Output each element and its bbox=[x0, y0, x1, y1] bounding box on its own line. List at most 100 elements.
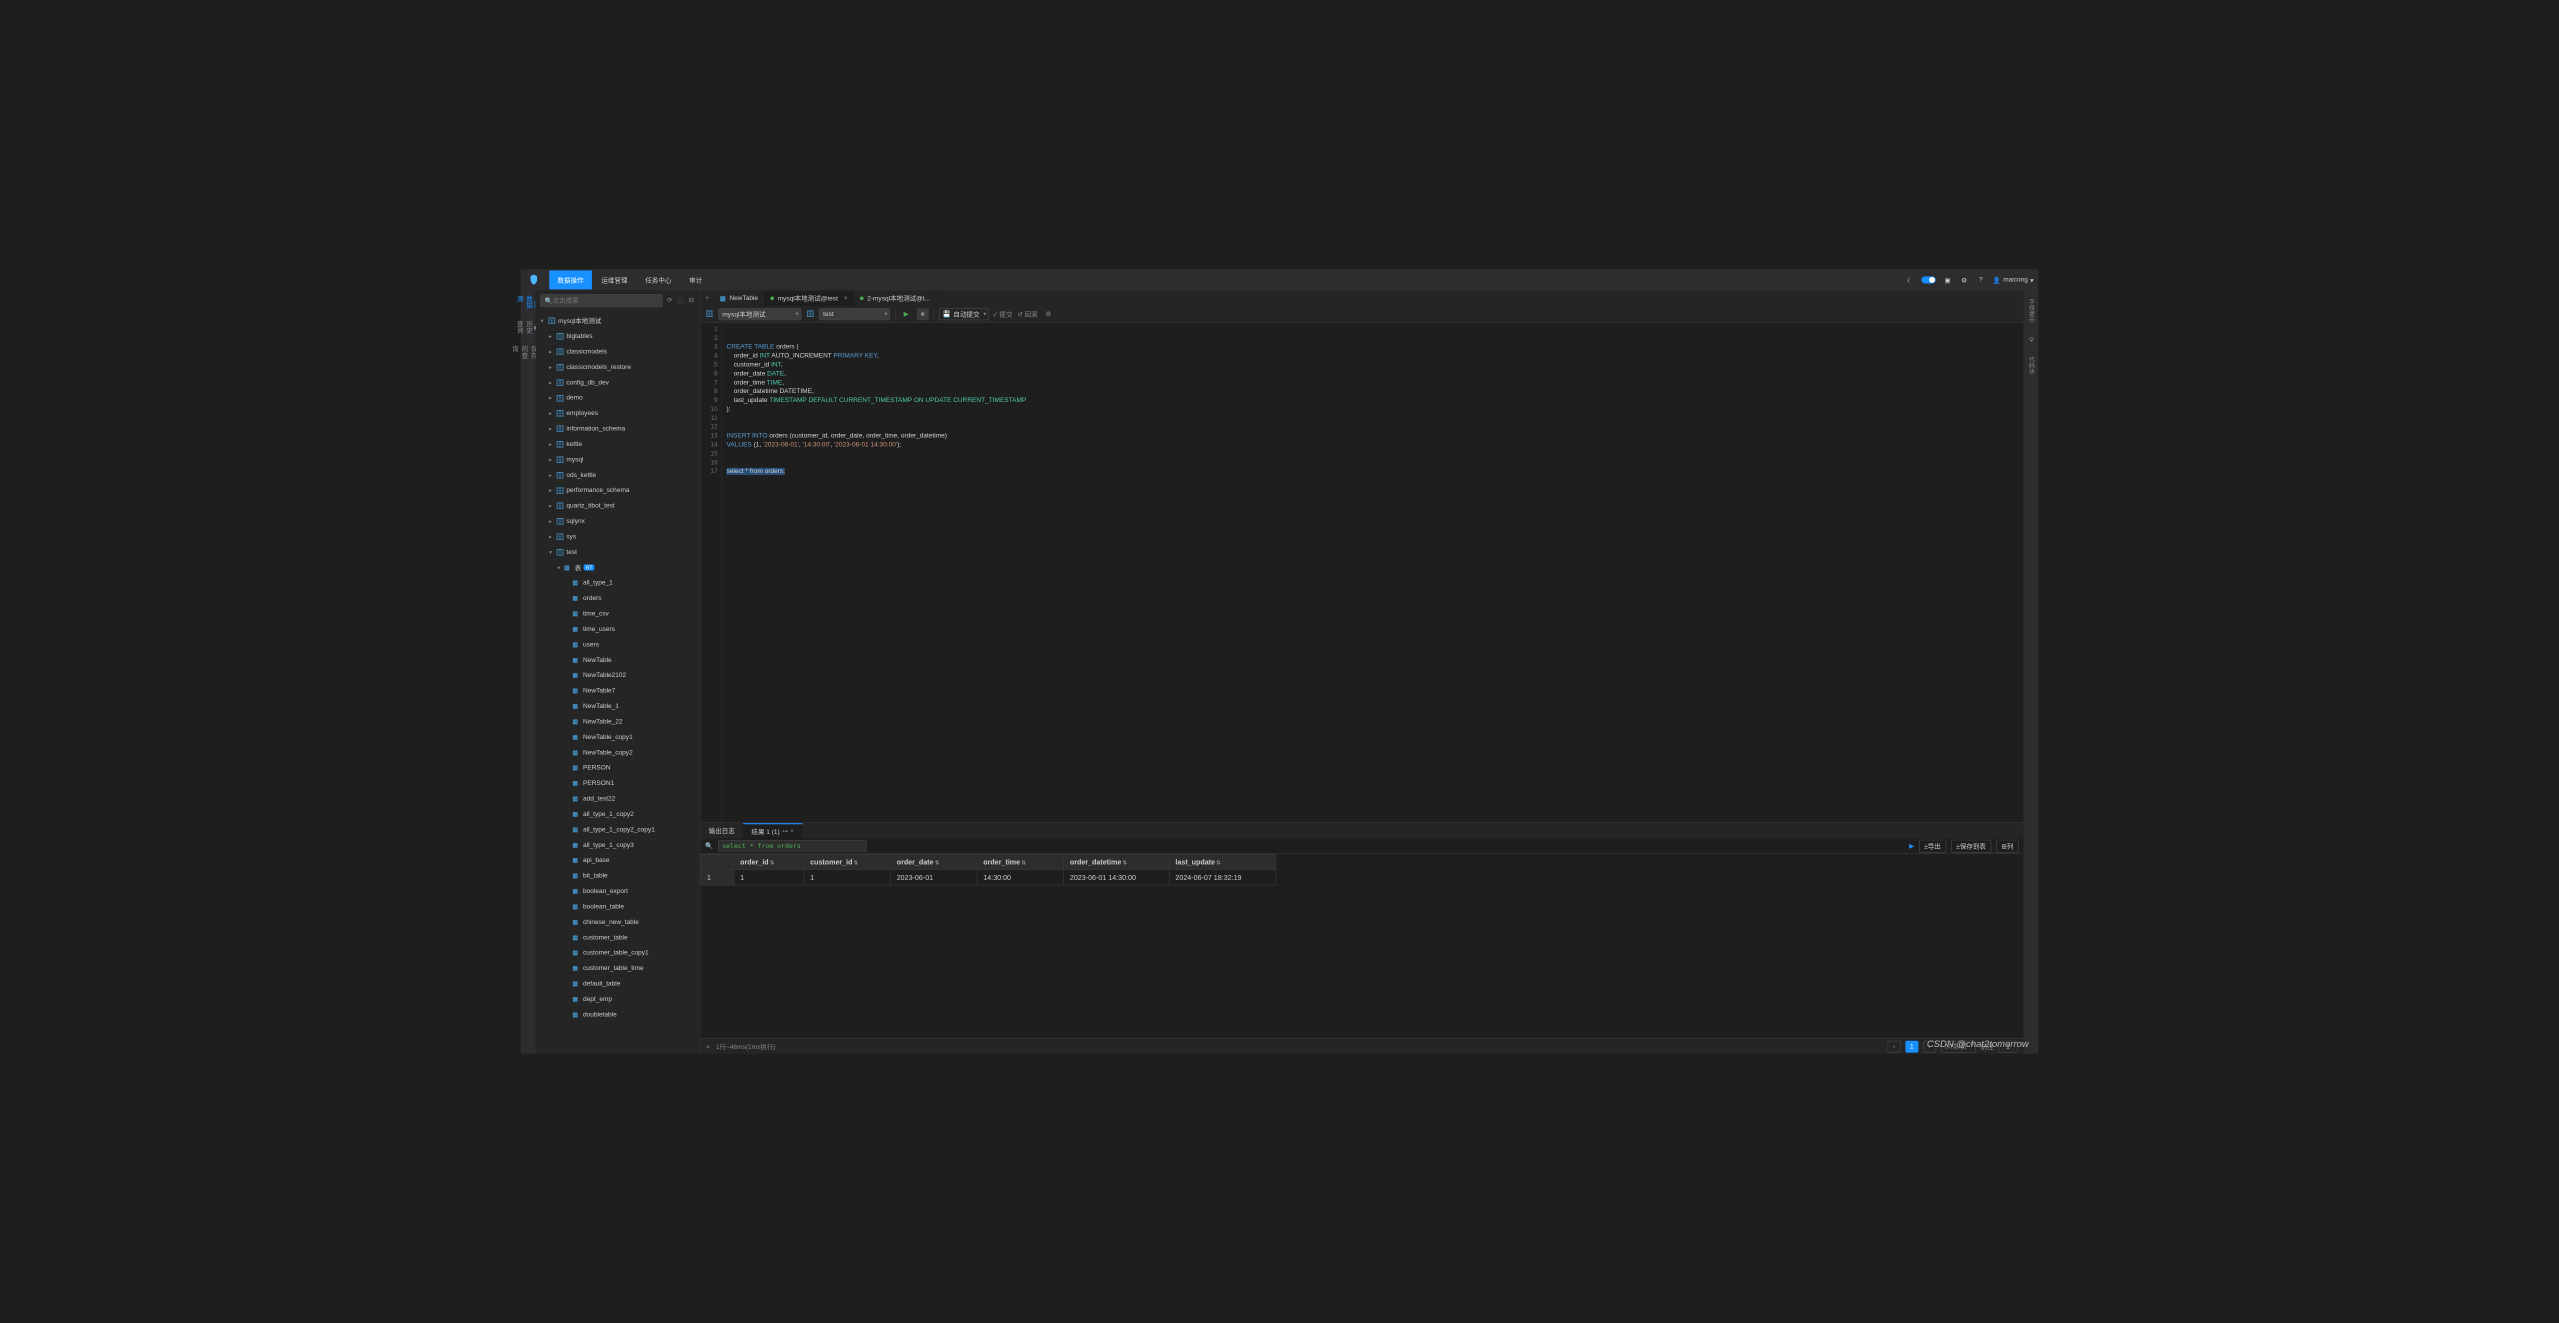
close-icon[interactable]: × bbox=[790, 828, 793, 835]
columns-button[interactable]: ⊞列 bbox=[1996, 839, 2019, 852]
export-button[interactable]: ±导出 bbox=[1919, 839, 1946, 852]
topnav-0[interactable]: 数据操作 bbox=[549, 270, 592, 289]
tree-node[interactable]: ▦bit_table bbox=[536, 868, 700, 883]
tree-node[interactable]: ▦NewTable7 bbox=[536, 683, 700, 698]
search-input[interactable]: 🔍 bbox=[540, 294, 662, 307]
close-icon[interactable]: × bbox=[844, 295, 848, 302]
tree-node[interactable]: ▦all_type_1_copy3 bbox=[536, 837, 700, 852]
gear-icon[interactable]: ⚙ bbox=[1042, 308, 1054, 320]
topnav-1[interactable]: 运维管理 bbox=[593, 270, 636, 289]
table-row[interactable]: 1112023-06-0114:30:002023-06-01 14:30:00… bbox=[701, 870, 1276, 885]
new-tab-button[interactable]: + bbox=[700, 295, 713, 302]
tree-node[interactable]: ▾🗄test bbox=[536, 544, 700, 559]
rollback-button[interactable]: ↺ 回滚 bbox=[1017, 309, 1037, 318]
refresh-icon[interactable]: ⟳ bbox=[666, 295, 674, 307]
rail-codeblock[interactable]: 代码块 bbox=[2026, 353, 2035, 378]
code-area[interactable]: CREATE TABLE orders ( order_id INT AUTO_… bbox=[722, 323, 2024, 823]
save-to-table-button[interactable]: ±保存到表 bbox=[1951, 839, 1991, 852]
col-header[interactable]: order_date⇅ bbox=[890, 854, 977, 869]
tree-node[interactable]: ▦NewTable_1 bbox=[536, 699, 700, 714]
col-header[interactable]: order_time⇅ bbox=[977, 854, 1064, 869]
editor-tab-0[interactable]: ▦NewTable bbox=[714, 291, 765, 306]
moon-icon[interactable]: ☾ bbox=[1905, 275, 1914, 284]
tree-node[interactable]: ▸🗄demo bbox=[536, 390, 700, 405]
tree-node[interactable]: ▸🗄sys bbox=[536, 529, 700, 544]
col-header[interactable]: customer_id⇅ bbox=[804, 854, 891, 869]
tree-node[interactable]: ▸🗄config_db_dev bbox=[536, 375, 700, 390]
settings-icon[interactable]: ⚙ bbox=[1959, 275, 1968, 284]
topnav-3[interactable]: 审计 bbox=[681, 270, 711, 289]
rail-saved[interactable]: 🔖 保存的查询 bbox=[523, 345, 534, 363]
tree-node[interactable]: ▦customer_table_time bbox=[536, 961, 700, 976]
theme-toggle[interactable] bbox=[1922, 276, 1936, 283]
tree-node[interactable]: ▸🗄sqlynx bbox=[536, 514, 700, 529]
tree-node[interactable]: ▾🗄mysql本地测试 bbox=[536, 313, 700, 328]
play-icon[interactable]: ▶ bbox=[1909, 842, 1914, 850]
editor-tab-2[interactable]: 2-mysql本地测试@t... bbox=[854, 291, 936, 306]
tree-node[interactable]: ▦customer_table_copy1 bbox=[536, 945, 700, 960]
tree-node[interactable]: ▸🗄bigtables bbox=[536, 329, 700, 344]
tree-node[interactable]: ▦NewTable_copy1 bbox=[536, 729, 700, 744]
tree-node[interactable]: ▦boolean_export bbox=[536, 884, 700, 899]
tree-node[interactable]: ▦boolean_table bbox=[536, 899, 700, 914]
tree-node[interactable]: ▦users bbox=[536, 637, 700, 652]
tree-node[interactable]: ▸🗄kettle bbox=[536, 436, 700, 451]
tree-node[interactable]: ▦NewTable2102 bbox=[536, 668, 700, 683]
tree-node[interactable]: ▸🗄mysql bbox=[536, 452, 700, 467]
page-1-button[interactable]: 1 bbox=[1905, 1040, 1918, 1052]
collapse-arrow-icon[interactable]: » bbox=[706, 1043, 710, 1050]
rail-fields[interactable]: 🔍 历史查询 bbox=[523, 320, 534, 338]
code-editor[interactable]: 1234567891011121314151617 CREATE TABLE o… bbox=[700, 323, 2023, 823]
prev-page-button[interactable]: ‹ bbox=[1887, 1040, 1900, 1052]
tree-node[interactable]: ▦NewTable bbox=[536, 652, 700, 667]
tree-node[interactable]: ▸🗄ods_kettle bbox=[536, 467, 700, 482]
tree-node[interactable]: ▸🗄information_schema bbox=[536, 421, 700, 436]
tree-node[interactable]: ▦customer_table bbox=[536, 930, 700, 945]
tree-node[interactable]: ▦default_table bbox=[536, 976, 700, 991]
tree-node[interactable]: ▦NewTable_copy2 bbox=[536, 745, 700, 760]
col-header[interactable]: order_datetime⇅ bbox=[1064, 854, 1170, 869]
tree-node[interactable]: ▦time_users bbox=[536, 621, 700, 636]
tree-node[interactable]: ▦dept_emp bbox=[536, 992, 700, 1007]
tree-node[interactable]: ▸🗄performance_schema bbox=[536, 483, 700, 498]
tree-node[interactable]: ▦time_csv bbox=[536, 606, 700, 621]
pin-icon[interactable]: ⊶ bbox=[782, 828, 788, 835]
rail-field-tips[interactable]: 字段提示 bbox=[2026, 295, 2035, 326]
collapse-icon[interactable]: ⊟ bbox=[687, 295, 695, 307]
autocommit-select[interactable]: 💾 自动提交 bbox=[939, 308, 989, 320]
tree-node[interactable]: ▦api_base bbox=[536, 853, 700, 868]
copy-icon[interactable]: ⿻ bbox=[676, 295, 685, 307]
lang-icon[interactable]: ▣ bbox=[1943, 275, 1952, 284]
editor-tab-1[interactable]: mysql本地测试@test× bbox=[765, 291, 855, 306]
tree-node[interactable]: ▦all_type_1 bbox=[536, 575, 700, 590]
user-menu[interactable]: 👤 maicong ▾ bbox=[1993, 276, 2034, 284]
tree-node[interactable]: ▸🗄classicmodels_restore bbox=[536, 359, 700, 374]
tree-node[interactable]: ▸🗄quartz_tibot_test bbox=[536, 498, 700, 513]
topnav-2[interactable]: 任务中心 bbox=[637, 270, 680, 289]
commit-button[interactable]: ✓ 提交 bbox=[993, 309, 1012, 318]
tree-node[interactable]: ▦orders bbox=[536, 591, 700, 606]
tree-node[interactable]: ▦all_type_1_copy2 bbox=[536, 806, 700, 821]
result-tab-1[interactable]: 结果 1 (1)⊶× bbox=[743, 823, 802, 838]
tree-node[interactable]: ▦NewTable_22 bbox=[536, 714, 700, 729]
col-header[interactable]: last_update⇅ bbox=[1169, 854, 1276, 869]
tree-node[interactable]: ▦chinese_new_table bbox=[536, 914, 700, 929]
tree-node[interactable]: ▦all_type_1_copy2_copy1 bbox=[536, 822, 700, 837]
rail-reload[interactable]: ⟳ bbox=[2027, 333, 2035, 346]
help-icon[interactable]: ? bbox=[1976, 275, 1985, 284]
tree-node[interactable]: ▦doubletable bbox=[536, 1007, 700, 1022]
result-tab-0[interactable]: 输出日志 bbox=[700, 823, 743, 838]
tree-node[interactable]: ▸🗄employees bbox=[536, 406, 700, 421]
run-button[interactable]: ▶ bbox=[900, 308, 912, 320]
tree-node[interactable]: ▦add_test22 bbox=[536, 791, 700, 806]
tree-node[interactable]: ▸🗄classicmodels bbox=[536, 344, 700, 359]
col-header[interactable]: order_id⇅ bbox=[734, 854, 804, 869]
tree-node[interactable]: ▾▦表87 bbox=[536, 560, 700, 575]
rail-datasource[interactable]: 🗄 数据源 bbox=[523, 295, 534, 313]
database-select[interactable]: test bbox=[819, 308, 890, 320]
tree-node[interactable]: ▦PERSON1 bbox=[536, 776, 700, 791]
tree-node[interactable]: ▦PERSON bbox=[536, 760, 700, 775]
filter-input[interactable] bbox=[718, 840, 866, 851]
stop-button[interactable]: ■ bbox=[917, 308, 929, 320]
datasource-select[interactable]: mysql本地测试 bbox=[718, 308, 801, 320]
